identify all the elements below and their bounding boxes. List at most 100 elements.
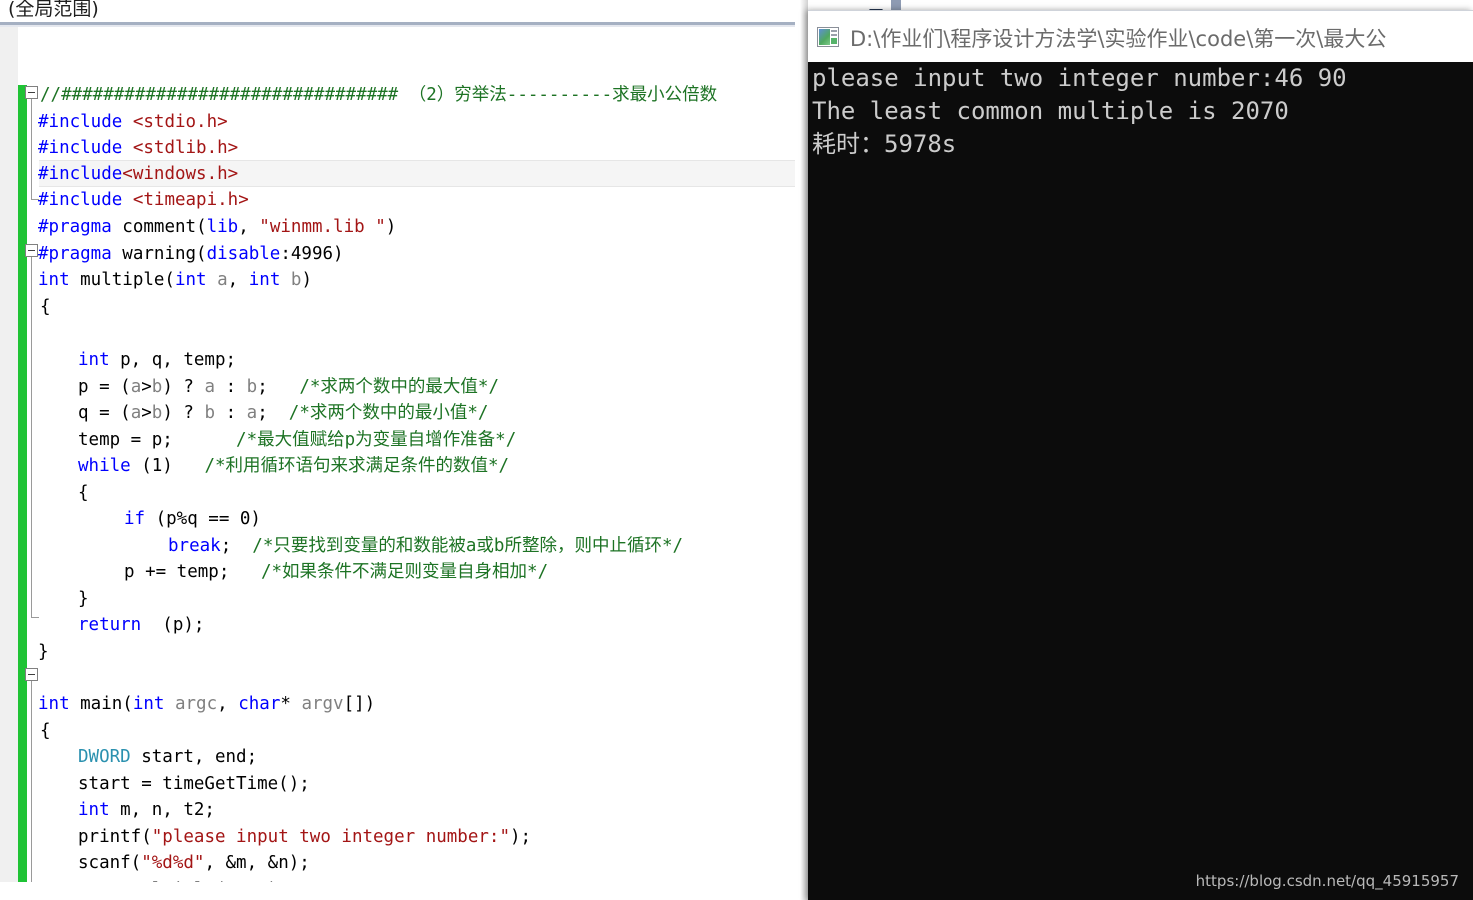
- code-token: #include: [38, 190, 123, 210]
- code-line[interactable]: int p, q, temp;: [0, 347, 236, 374]
- code-line[interactable]: //################################ （2）穷举…: [0, 82, 717, 109]
- code-line[interactable]: DWORD start, end;: [0, 744, 257, 771]
- code-token: q = (: [78, 403, 131, 423]
- code-token: >: [141, 403, 152, 423]
- code-token: //################################ （2）穷举…: [40, 85, 718, 105]
- blog-watermark: https://blog.csdn.net/qq_45915957: [1195, 872, 1459, 890]
- code-line[interactable]: temp = p; /*最大值赋给p为变量自增作准备*/: [0, 427, 516, 454]
- code-token: <timeapi.h>: [132, 190, 249, 210]
- code-line[interactable]: t2 = multiple(m, n);: [0, 877, 289, 882]
- code-token: *: [280, 694, 302, 714]
- code-token: int: [78, 800, 110, 820]
- code-token: b: [290, 270, 302, 290]
- code-token: a: [130, 377, 142, 397]
- code-token: ) ?: [162, 377, 205, 397]
- code-token: b: [151, 377, 163, 397]
- code-editor[interactable]: //################################ （2）穷举…: [0, 27, 810, 882]
- code-token: break: [168, 536, 221, 556]
- code-token: (1): [130, 456, 205, 476]
- code-token: p = (: [78, 377, 131, 397]
- scope-dropdown-label[interactable]: (全局范围): [8, 0, 99, 21]
- console-title-bar[interactable]: D:\作业们\程序设计方法学\实验作业\code\第一次\最大公: [808, 10, 1473, 63]
- code-token: printf(: [78, 827, 152, 847]
- code-token: a: [246, 403, 258, 423]
- code-token: []): [343, 694, 376, 714]
- code-token: b: [151, 403, 163, 423]
- code-line[interactable]: return (p);: [0, 612, 204, 639]
- code-line[interactable]: if (p%q == 0): [0, 506, 261, 533]
- code-token: disable: [206, 244, 281, 264]
- code-token: return: [78, 615, 142, 635]
- code-line[interactable]: #include <stdlib.h>: [0, 135, 238, 162]
- code-line[interactable]: #pragma comment(lib, "winmm.lib "): [0, 214, 396, 241]
- code-token: a: [130, 403, 142, 423]
- code-token: #include: [38, 164, 123, 184]
- code-token: start, end;: [130, 747, 258, 767]
- code-token: #include: [38, 112, 123, 132]
- code-token: {: [40, 721, 51, 741]
- console-output-area[interactable]: please input two integer number:46 90 Th…: [808, 62, 1473, 900]
- code-line[interactable]: while (1) /*利用循环语句来求满足条件的数值*/: [0, 453, 509, 480]
- code-token: /*求两个数中的最大值*/: [299, 377, 499, 397]
- console-title-path: D:\作业们\程序设计方法学\实验作业\code\第一次\最大公: [850, 27, 1387, 51]
- code-token: m, n, t2;: [109, 800, 215, 820]
- code-line[interactable]: q = (a>b) ? b : a; /*求两个数中的最小值*/: [0, 400, 488, 427]
- code-token: t2 = multiple(m, n);: [78, 880, 289, 882]
- console-window[interactable]: D:\作业们\程序设计方法学\实验作业\code\第一次\最大公 please …: [808, 10, 1473, 900]
- code-token: #pragma: [38, 217, 112, 237]
- code-line[interactable]: #include <stdio.h>: [0, 109, 228, 136]
- code-token: argc: [174, 694, 218, 714]
- code-token: ,: [238, 217, 260, 237]
- code-token: }: [38, 642, 49, 662]
- code-token: multiple(: [69, 270, 175, 290]
- code-token: char: [238, 694, 281, 714]
- code-line[interactable]: }: [0, 586, 89, 613]
- code-line[interactable]: #include<windows.h>: [0, 161, 238, 188]
- code-token: /*最大值赋给p为变量自增作准备*/: [236, 430, 517, 450]
- code-token: >: [141, 377, 152, 397]
- code-token: "winmm.lib ": [259, 217, 386, 237]
- code-token: p, q, temp;: [109, 350, 237, 370]
- code-line[interactable]: break; /*只要找到变量的和数能被a或b所整除，则中止循环*/: [0, 533, 683, 560]
- code-token: int: [38, 694, 70, 714]
- code-token: }: [78, 589, 89, 609]
- code-line[interactable]: [0, 321, 40, 348]
- code-token: /*利用循环语句来求满足条件的数值*/: [204, 456, 510, 476]
- code-line[interactable]: scanf("%d%d", &m, &n);: [0, 850, 310, 877]
- code-token: /*只要找到变量的和数能被a或b所整除，则中止循环*/: [252, 536, 684, 556]
- code-token: /*求两个数中的最小值*/: [288, 403, 489, 423]
- code-line[interactable]: {: [0, 718, 51, 745]
- code-line[interactable]: start = timeGetTime();: [0, 771, 310, 798]
- code-token: , &m, &n);: [204, 853, 310, 873]
- code-line[interactable]: int m, n, t2;: [0, 797, 215, 824]
- code-token: ;: [220, 536, 253, 556]
- code-token: comment: [111, 217, 197, 237]
- code-token: #pragma: [38, 244, 112, 264]
- code-line[interactable]: p += temp; /*如果条件不满足则变量自身相加*/: [0, 559, 548, 586]
- code-token: warning(: [111, 244, 207, 264]
- code-token: "please input two integer number:": [151, 827, 510, 847]
- code-line[interactable]: [0, 665, 38, 692]
- code-line[interactable]: int multiple(int a, int b): [0, 267, 312, 294]
- code-line[interactable]: #pragma warning(disable:4996): [0, 241, 344, 268]
- code-line[interactable]: printf("please input two integer number:…: [0, 824, 531, 851]
- code-token: <windows.h>: [122, 164, 239, 184]
- code-token: ,: [217, 694, 239, 714]
- code-line[interactable]: p = (a>b) ? a : b; /*求两个数中的最大值*/: [0, 374, 499, 401]
- code-token: a: [217, 270, 228, 290]
- code-line[interactable]: }: [0, 639, 49, 666]
- console-output-line: 耗时：5978s: [812, 130, 957, 158]
- code-line[interactable]: {: [0, 480, 89, 507]
- code-line[interactable]: #include <timeapi.h>: [0, 187, 249, 214]
- code-token: int: [248, 270, 281, 290]
- code-token: /*如果条件不满足则变量自身相加*/: [260, 562, 549, 582]
- code-token: argv: [301, 694, 344, 714]
- console-app-icon: [817, 27, 839, 47]
- code-line[interactable]: {: [0, 294, 51, 321]
- code-text-area[interactable]: //################################ （2）穷举…: [0, 27, 810, 882]
- code-line[interactable]: int main(int argc, char* argv[]): [0, 691, 375, 718]
- code-token: scanf(: [78, 853, 142, 873]
- code-token: <stdlib.h>: [132, 138, 239, 158]
